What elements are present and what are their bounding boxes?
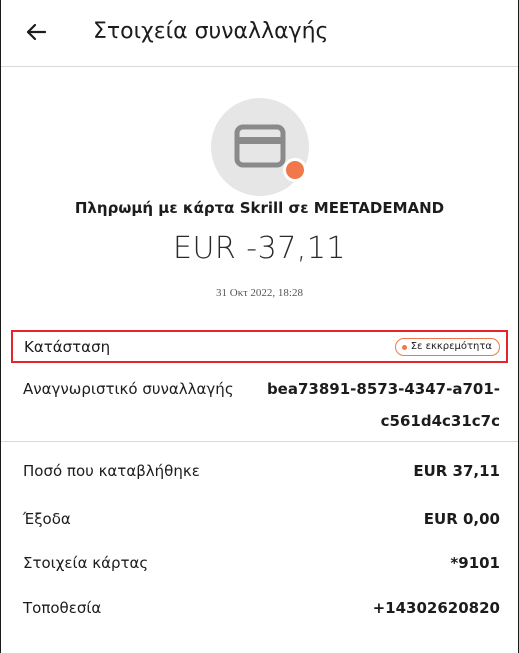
detail-row-location: Τοποθεσία +14302620820 bbox=[1, 597, 518, 621]
detail-label: Έξοδα bbox=[23, 510, 71, 528]
detail-value: EUR 0,00 bbox=[423, 510, 500, 528]
detail-row-amount-paid: Ποσό που καταβλήθηκε EUR 37,11 bbox=[1, 460, 518, 484]
transaction-avatar bbox=[211, 98, 309, 196]
transaction-amount: EUR -37,11 bbox=[172, 231, 346, 266]
status-row: Κατάσταση Σε εκκρεμότητα bbox=[11, 330, 508, 363]
credit-card-icon bbox=[234, 124, 286, 168]
detail-value: EUR 37,11 bbox=[413, 462, 500, 480]
section-divider bbox=[1, 441, 518, 442]
pending-dot-icon bbox=[401, 344, 407, 350]
detail-value: +14302620820 bbox=[372, 599, 500, 617]
transaction-id-value[interactable]: bea73891-8573-4347-a701-c561d4c31c7c bbox=[260, 373, 500, 437]
top-app-bar: Στοιχεία συναλλαγής bbox=[1, 0, 518, 67]
status-badge: Σε εκκρεμότητα bbox=[394, 338, 500, 356]
detail-label: Τοποθεσία bbox=[23, 599, 102, 617]
status-label: Κατάσταση bbox=[24, 338, 111, 356]
back-button[interactable] bbox=[21, 17, 51, 47]
page-title: Στοιχεία συναλλαγής bbox=[93, 19, 329, 44]
detail-row-fees: Έξοδα EUR 0,00 bbox=[1, 508, 518, 532]
detail-value: *9101 bbox=[450, 554, 500, 572]
status-badge-text: Σε εκκρεμότητα bbox=[410, 341, 492, 352]
transaction-id-row: Αναγνωριστικό συναλλαγής bea73891-8573-4… bbox=[1, 378, 518, 442]
arrow-left-icon bbox=[26, 23, 47, 41]
transaction-date: 31 Οκτ 2022, 18:28 bbox=[216, 287, 303, 299]
transaction-description: Πληρωμή με κάρτα Skrill σε MEETADEMAND bbox=[74, 199, 445, 217]
detail-label: Στοιχεία κάρτας bbox=[23, 554, 149, 572]
screen: Στοιχεία συναλλαγής Πληρωμή με κάρτα Skr… bbox=[0, 0, 519, 653]
detail-row-card-details: Στοιχεία κάρτας *9101 bbox=[1, 552, 518, 576]
status-indicator-dot bbox=[283, 158, 307, 182]
transaction-id-label: Αναγνωριστικό συναλλαγής bbox=[23, 380, 234, 398]
detail-label: Ποσό που καταβλήθηκε bbox=[23, 462, 200, 480]
